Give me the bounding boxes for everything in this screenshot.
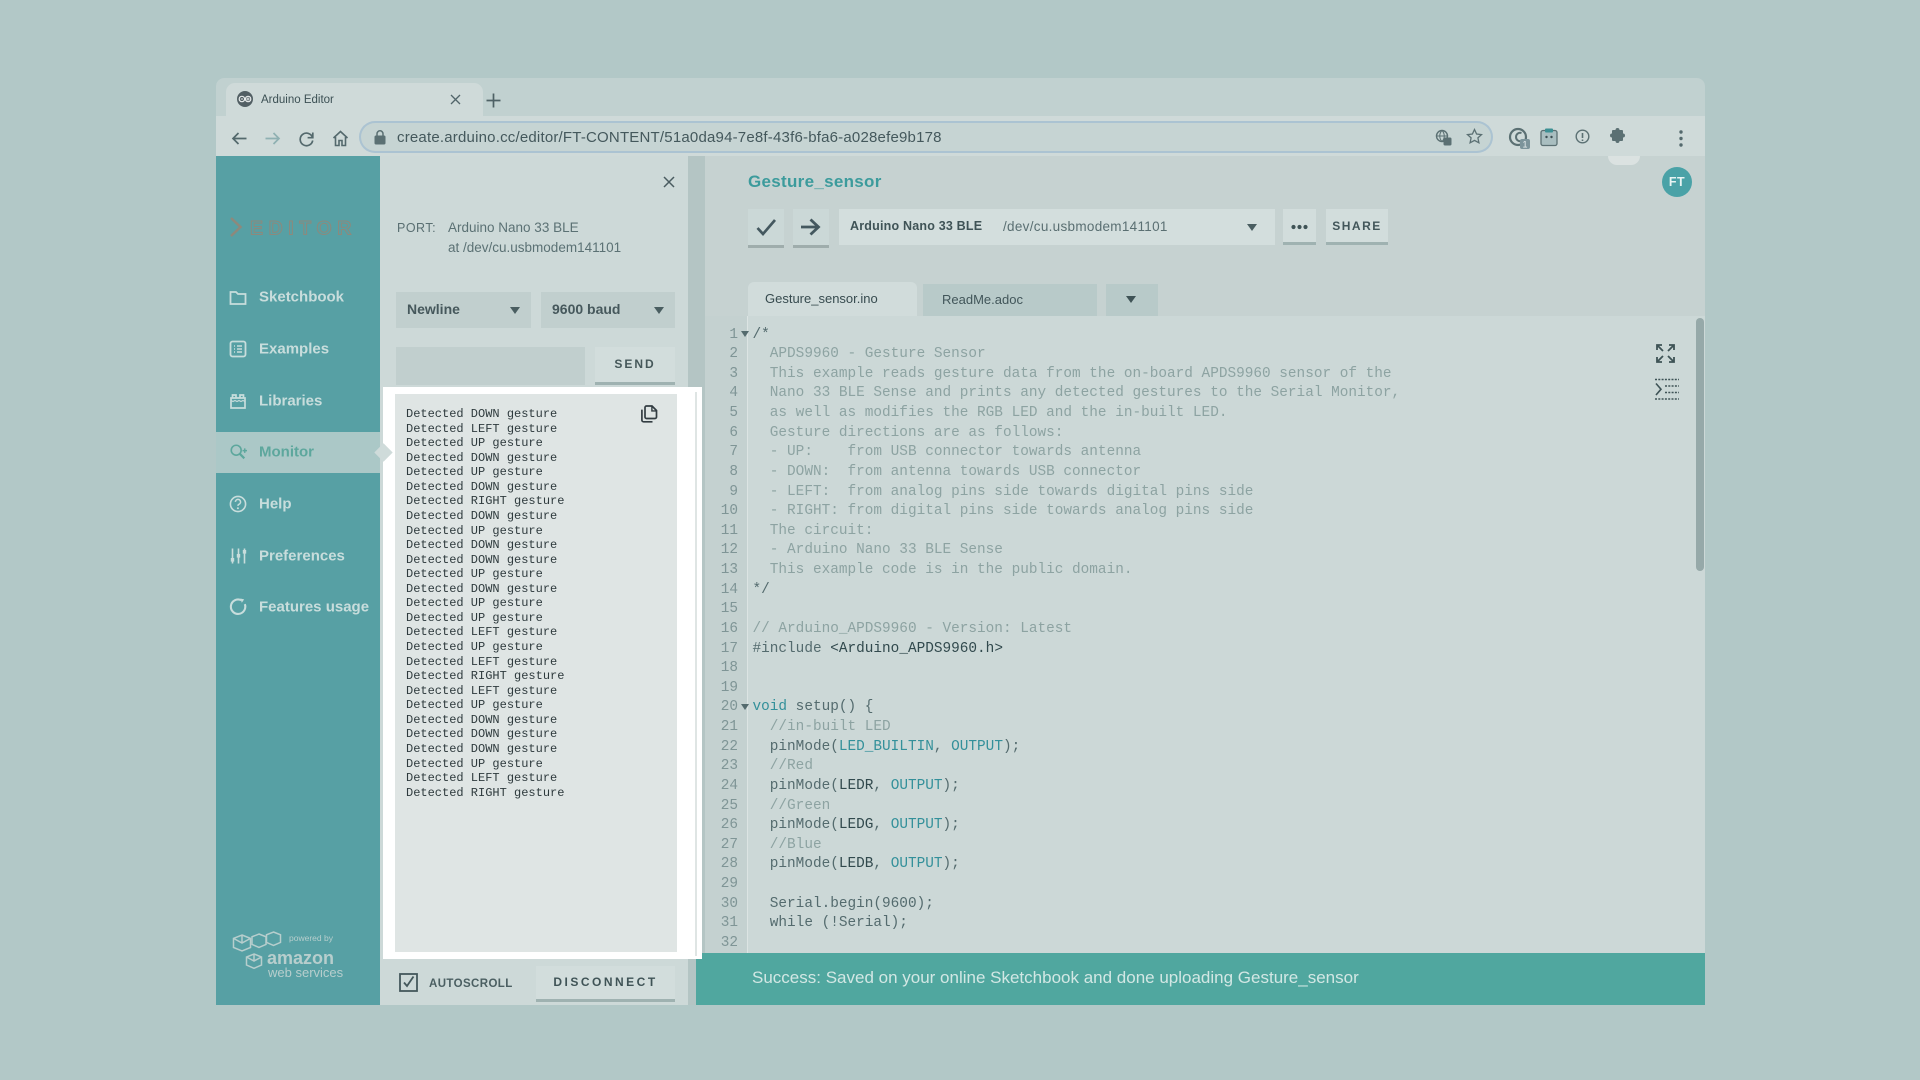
svg-text:powered by: powered by [289,933,334,943]
svg-text:web services: web services [267,965,344,980]
svg-text:1: 1 [1522,140,1527,150]
svg-text:EDITOR: EDITOR [250,218,357,240]
